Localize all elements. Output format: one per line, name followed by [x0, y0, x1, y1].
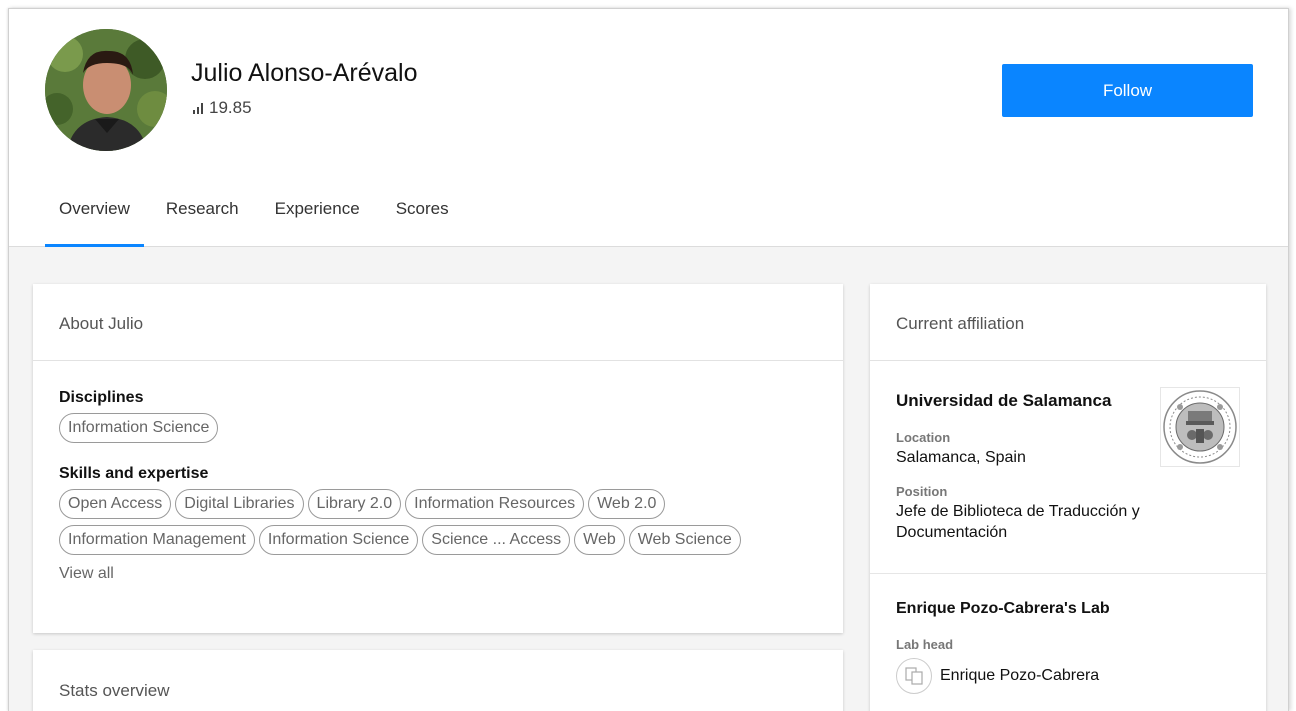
skill-chip[interactable]: Open Access: [59, 489, 172, 519]
institution-name[interactable]: Universidad de Salamanca: [896, 391, 1111, 411]
profile-avatar[interactable]: [45, 29, 167, 151]
research-score[interactable]: 19.85: [193, 98, 252, 118]
profile-header: Julio Alonso-Arévalo 19.85 Follow Overvi…: [9, 9, 1288, 247]
position-value: Jefe de Biblioteca de Traducción y Docum…: [896, 503, 1140, 541]
about-card-header: About Julio: [33, 284, 843, 361]
about-card-body: Disciplines Information Science Skills a…: [33, 361, 843, 583]
stats-title: Stats overview: [59, 681, 170, 700]
disciplines-list: Information Science: [59, 413, 839, 443]
tab-research[interactable]: Research: [152, 187, 253, 247]
about-title: About Julio: [59, 314, 144, 333]
disciplines-title: Disciplines: [59, 389, 144, 406]
profile-tabs: Overview Research Experience Scores: [45, 187, 471, 247]
about-card: About Julio Disciplines Information Scie…: [33, 284, 843, 633]
skill-chip[interactable]: Library 2.0: [307, 489, 402, 519]
skills-title: Skills and expertise: [59, 465, 209, 482]
score-value: 19.85: [209, 98, 252, 117]
follow-button[interactable]: Follow: [1002, 64, 1253, 117]
lab-title[interactable]: Enrique Pozo-Cabrera's Lab: [896, 600, 1110, 618]
skill-chip[interactable]: Web Science: [628, 525, 741, 555]
skill-chip[interactable]: Digital Libraries: [175, 489, 304, 519]
tab-overview[interactable]: Overview: [45, 187, 144, 247]
position-label: Position: [896, 484, 948, 499]
skill-chip[interactable]: Information Resources: [405, 489, 585, 519]
stats-card: Stats overview: [33, 650, 843, 711]
discipline-chip[interactable]: Information Science: [59, 413, 219, 443]
skill-chip[interactable]: Science ... Access: [422, 525, 571, 555]
location-value: Salamanca, Spain: [896, 449, 1026, 466]
tab-experience[interactable]: Experience: [261, 187, 374, 247]
location-label: Location: [896, 430, 951, 445]
skill-chip[interactable]: Web: [574, 525, 625, 555]
bar-chart-icon: [193, 102, 203, 114]
lab-head-name[interactable]: Enrique Pozo-Cabrera: [940, 667, 1099, 685]
affiliation-divider: [870, 573, 1266, 574]
profile-name: Julio Alonso-Arévalo: [191, 59, 418, 87]
affiliation-card: Current affiliation Universidad de Salam…: [870, 284, 1266, 711]
skills-list: Open Access Digital Libraries Library 2.0 I…: [59, 489, 839, 555]
tab-scores[interactable]: Scores: [382, 187, 463, 247]
placeholder-avatar-icon: [896, 658, 932, 694]
view-all-link[interactable]: View all: [59, 565, 114, 583]
lab-head[interactable]: Enrique Pozo-Cabrera: [896, 658, 1099, 694]
skill-chip[interactable]: Information Science: [258, 525, 419, 555]
skill-chip[interactable]: Information Management: [59, 525, 255, 555]
profile-page: Julio Alonso-Arévalo 19.85 Follow Overvi…: [8, 8, 1289, 711]
affiliation-title: Current affiliation: [896, 314, 1025, 333]
affiliation-card-header: Current affiliation: [870, 284, 1266, 361]
skill-chip[interactable]: Web 2.0: [588, 489, 666, 519]
lab-head-label: Lab head: [896, 637, 954, 652]
